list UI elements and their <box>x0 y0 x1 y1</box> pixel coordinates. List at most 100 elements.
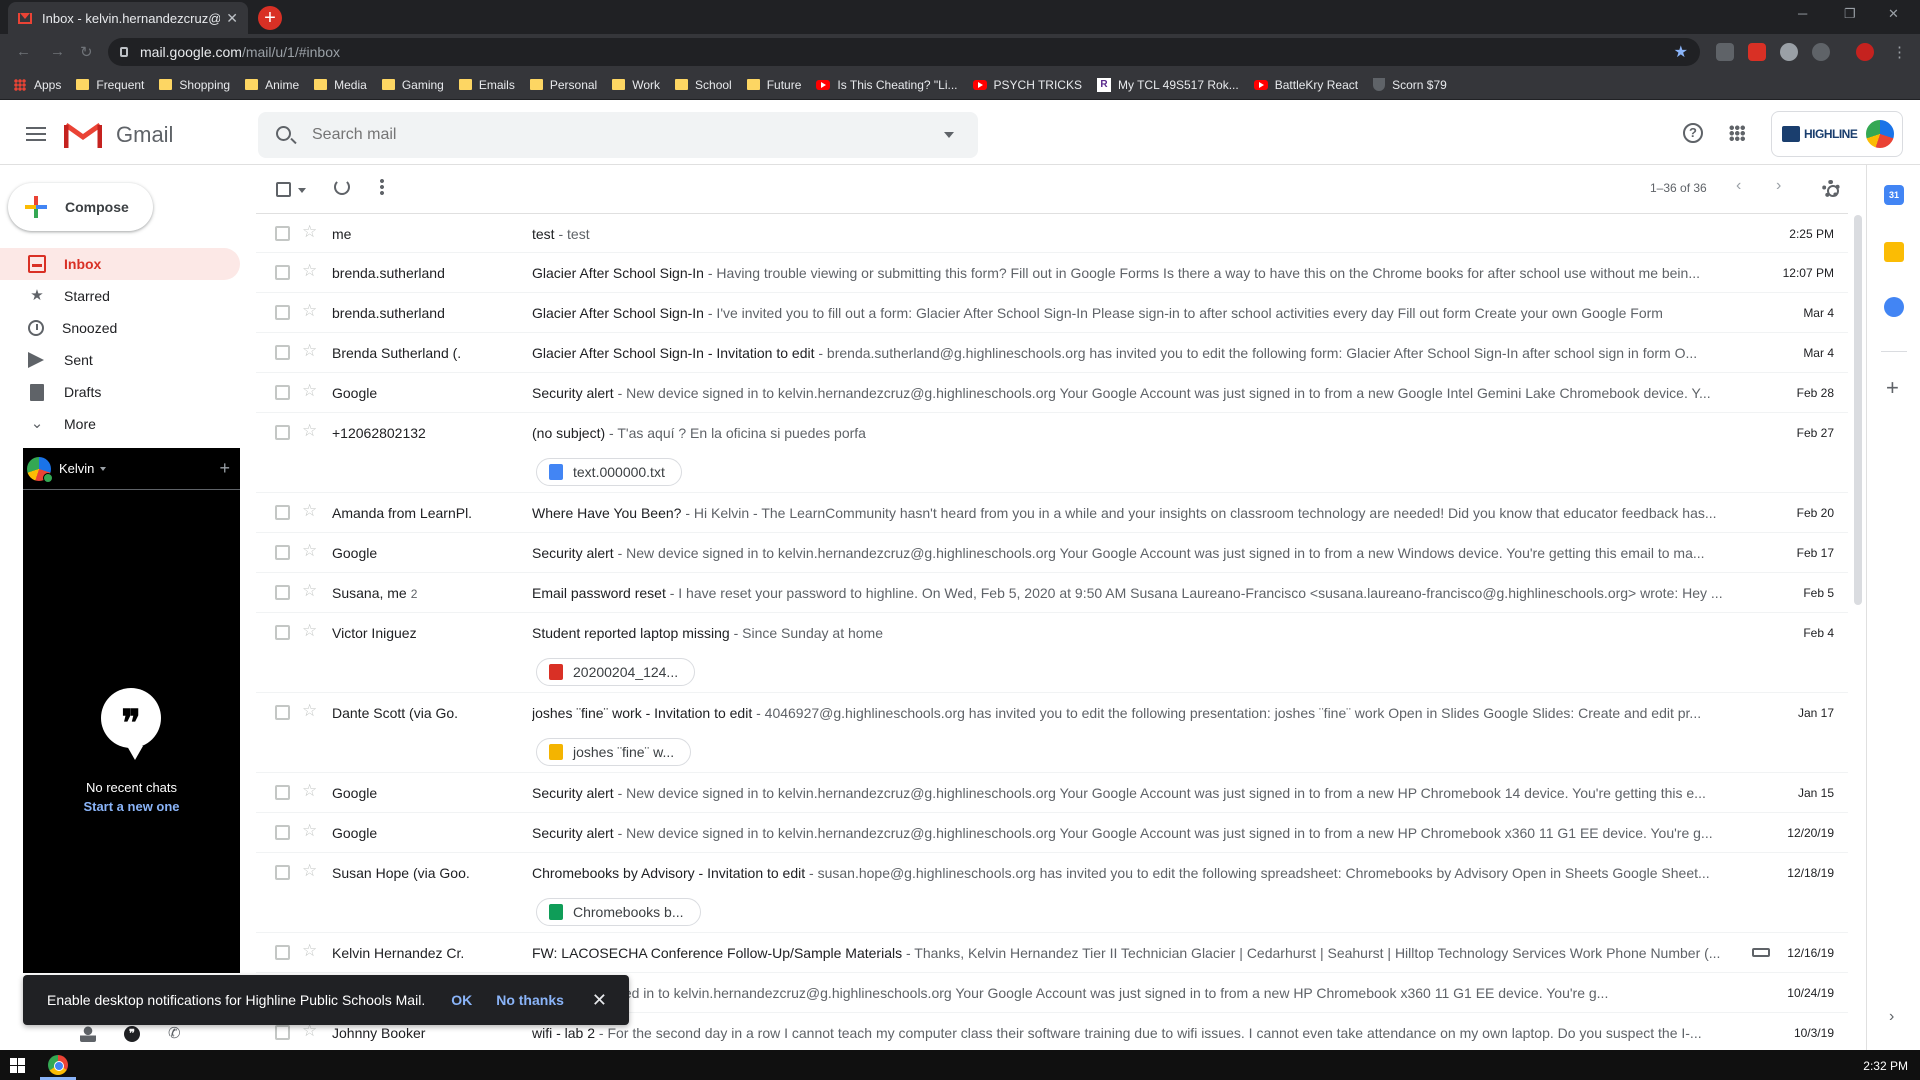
star-icon[interactable]: ☆ <box>302 501 317 521</box>
star-icon[interactable]: ☆ <box>302 781 317 801</box>
ok-button[interactable]: OK <box>451 992 472 1008</box>
chevron-right-icon[interactable]: › <box>1889 1008 1894 1026</box>
table-row[interactable]: ☆ Amanda from LearnPl. Where Have You Been… <box>256 493 1848 533</box>
back-icon[interactable]: ← <box>16 43 31 60</box>
sidebar-item-more[interactable]: ⌄ More <box>0 408 240 440</box>
bookmark-star-icon[interactable]: ★ <box>1674 42 1688 62</box>
bookmark-item[interactable]: PSYCH TRICKS <box>972 78 1082 92</box>
avatar[interactable] <box>1864 118 1896 150</box>
row-checkbox[interactable] <box>275 545 290 560</box>
star-icon[interactable]: ☆ <box>302 341 317 361</box>
settings-gear-icon[interactable] <box>1822 180 1840 198</box>
select-options-caret-icon[interactable] <box>298 188 306 193</box>
star-icon[interactable]: ☆ <box>302 621 317 641</box>
bookmark-item[interactable]: Anime <box>245 78 299 92</box>
contacts-person-icon[interactable] <box>80 1026 96 1042</box>
chevron-down-icon[interactable] <box>100 466 107 471</box>
row-checkbox[interactable] <box>275 625 290 640</box>
row-checkbox[interactable] <box>275 425 290 440</box>
bookmark-item[interactable]: Frequent <box>76 78 144 92</box>
hangouts-chat-icon[interactable]: ❞ <box>124 1026 140 1042</box>
table-row[interactable]: ☆ Google Security alert - New device signe… <box>256 773 1848 813</box>
bookmark-item[interactable]: Apps <box>14 78 61 92</box>
table-row[interactable]: ☆ Google Security alert - New device signe… <box>256 813 1848 853</box>
adblock-icon[interactable] <box>1748 43 1766 61</box>
table-row[interactable]: ☆ me test - test 2:25 PM <box>256 213 1848 253</box>
close-window-icon[interactable]: ✕ <box>1888 6 1899 22</box>
gmail-logo-icon[interactable] <box>64 121 102 149</box>
search-input[interactable] <box>312 126 912 144</box>
table-row[interactable]: ☆ +12062802132 (no subject) - T'as aquí ? … <box>256 413 1848 493</box>
star-icon[interactable]: ☆ <box>302 381 317 401</box>
extension-icon[interactable] <box>1716 43 1734 61</box>
new-chat-plus-icon[interactable]: + <box>219 458 230 479</box>
star-icon[interactable]: ☆ <box>302 421 317 441</box>
no-thanks-button[interactable]: No thanks <box>496 992 564 1008</box>
row-checkbox[interactable] <box>275 305 290 320</box>
search-icon[interactable] <box>276 126 291 141</box>
row-checkbox[interactable] <box>275 1025 290 1040</box>
bookmark-item[interactable]: BattleKry React <box>1253 78 1358 92</box>
calendar-icon[interactable]: 31 <box>1884 185 1904 205</box>
refresh-icon[interactable] <box>334 179 350 195</box>
start-new-chat-link[interactable]: Start a new one <box>23 799 240 814</box>
chevron-left-icon[interactable]: ‹ <box>1736 177 1741 195</box>
browser-tab[interactable]: Inbox - kelvin.hernandezcruz@g ✕ <box>8 2 248 34</box>
profile-icon[interactable] <box>1856 43 1874 61</box>
star-icon[interactable]: ☆ <box>302 701 317 721</box>
sidebar-item-starred[interactable]: ★ Starred <box>0 280 240 312</box>
hangouts-header[interactable]: Kelvin + <box>23 448 240 490</box>
table-row[interactable]: ☆ Susana, me 2 Email password reset - I hav… <box>256 573 1848 613</box>
row-checkbox[interactable] <box>275 705 290 720</box>
account-switcher[interactable]: HIGHLINE <box>1771 111 1903 157</box>
browser-menu-icon[interactable]: ⋮ <box>1892 43 1907 61</box>
row-checkbox[interactable] <box>275 505 290 520</box>
star-icon[interactable]: ☆ <box>302 821 317 841</box>
google-apps-icon[interactable] <box>1729 125 1745 141</box>
attachment-chip[interactable]: Chromebooks b... <box>536 898 701 926</box>
main-menu-icon[interactable] <box>26 127 46 141</box>
windows-start-icon[interactable] <box>10 1058 25 1073</box>
attachment-chip[interactable]: text.000000.txt <box>536 458 682 486</box>
table-row[interactable]: ☆ Brenda Sutherland (. Glacier After Schoo… <box>256 333 1848 373</box>
chevron-right-icon[interactable]: › <box>1776 177 1781 195</box>
bookmark-item[interactable]: Future <box>746 78 801 92</box>
sidebar-item-drafts[interactable]: Drafts <box>0 376 240 408</box>
tab-close-icon[interactable]: ✕ <box>226 10 238 27</box>
table-row[interactable]: ☆ brenda.sutherland Glacier After School S… <box>256 293 1848 333</box>
bookmark-item[interactable]: Is This Cheating? "Li... <box>816 78 958 92</box>
table-row[interactable]: ☆ Google Security alert - New device signe… <box>256 373 1848 413</box>
row-checkbox[interactable] <box>275 226 290 241</box>
address-bar[interactable]: mail.google.com/mail/u/1/#inbox ★ <box>108 38 1700 66</box>
row-checkbox[interactable] <box>275 825 290 840</box>
help-icon[interactable]: ? <box>1683 123 1703 143</box>
add-addon-plus-icon[interactable]: + <box>1886 375 1899 401</box>
bookmark-item[interactable]: R My TCL 49S517 Rok... <box>1096 77 1239 92</box>
row-checkbox[interactable] <box>275 385 290 400</box>
scrollbar-thumb[interactable] <box>1854 215 1862 605</box>
new-tab-button[interactable]: + <box>258 6 282 30</box>
star-icon[interactable]: ☆ <box>302 541 317 561</box>
star-icon[interactable]: ☆ <box>302 941 317 961</box>
keep-icon[interactable] <box>1884 242 1904 262</box>
minimize-icon[interactable]: ─ <box>1798 6 1807 21</box>
row-checkbox[interactable] <box>275 865 290 880</box>
compose-button[interactable]: Compose <box>8 183 153 231</box>
forward-icon[interactable]: → <box>50 43 65 60</box>
sidebar-item-inbox[interactable]: Inbox <box>0 248 240 280</box>
attachment-chip[interactable]: 20200204_124... <box>536 658 696 686</box>
row-checkbox[interactable] <box>275 585 290 600</box>
more-options-icon[interactable] <box>380 178 384 196</box>
bookmark-item[interactable]: Gaming <box>381 78 444 92</box>
extension-circle-icon[interactable] <box>1812 43 1830 61</box>
search-options-caret-icon[interactable] <box>944 132 954 138</box>
attachment-chip[interactable]: joshes ¨fine¨ w... <box>536 738 692 766</box>
restore-icon[interactable]: ❐ <box>1844 6 1856 22</box>
extension-gear-icon[interactable] <box>1780 43 1798 61</box>
bookmark-item[interactable]: Media <box>314 78 367 92</box>
select-all-checkbox[interactable] <box>276 182 291 197</box>
sidebar-item-sent[interactable]: Sent <box>0 344 240 376</box>
row-checkbox[interactable] <box>275 265 290 280</box>
table-row[interactable]: ☆ Dante Scott (via Go. joshes ¨fine¨ work … <box>256 693 1848 773</box>
bookmark-item[interactable]: Scorn $79 <box>1373 78 1447 92</box>
